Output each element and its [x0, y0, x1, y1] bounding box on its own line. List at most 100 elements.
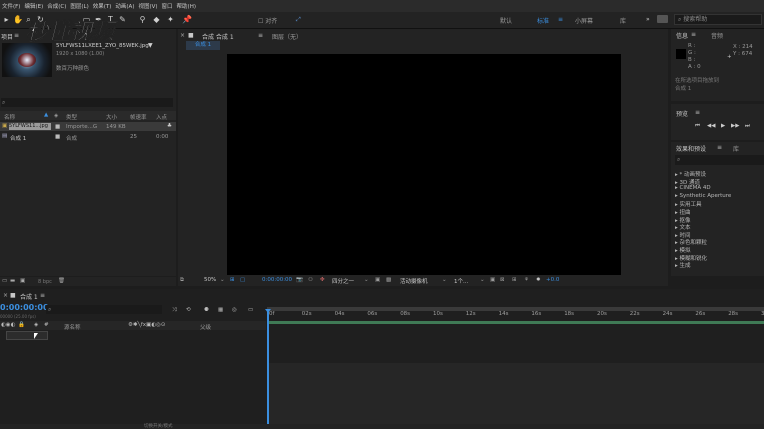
- timeline-menu-icon[interactable]: ≡: [40, 292, 45, 299]
- effects-tab[interactable]: 效果和预设: [676, 144, 706, 153]
- workspace-library[interactable]: 库: [620, 16, 626, 25]
- mask-visibility-icon[interactable]: ▢: [240, 277, 245, 283]
- comp-mini-flowchart-icon[interactable]: ⤨: [172, 307, 176, 314]
- sort-ascending-icon[interactable]: ▲: [44, 112, 48, 118]
- delete-icon[interactable]: 🗑: [58, 278, 65, 284]
- column-type[interactable]: 类型: [66, 113, 77, 121]
- menu-item-1[interactable]: 编辑(E): [24, 2, 43, 10]
- menu-item-4[interactable]: 效果(T): [93, 2, 112, 10]
- previous-frame-icon[interactable]: ◀◀: [707, 123, 715, 129]
- audio-tab[interactable]: 音频: [711, 31, 723, 40]
- menu-item-0[interactable]: 文件(F): [2, 2, 20, 10]
- menu-item-5[interactable]: 动画(A): [115, 2, 134, 10]
- column-fps[interactable]: 帧速率: [130, 113, 147, 121]
- empty-layer-row[interactable]: [6, 331, 48, 340]
- label-column-icon[interactable]: ◈: [34, 322, 38, 328]
- menu-item-8[interactable]: 帮助(H): [177, 2, 196, 10]
- footage-dropdown-icon[interactable]: ▼: [148, 42, 153, 49]
- label-tag-icon[interactable]: ◈: [54, 113, 58, 119]
- magnification-chevron-icon[interactable]: ⌄: [220, 277, 225, 283]
- workspace-standard[interactable]: 标准: [537, 16, 549, 25]
- fast-preview-icon[interactable]: ⊠: [500, 277, 505, 283]
- project-menu-icon[interactable]: ≡: [14, 32, 19, 39]
- effects-menu-icon[interactable]: ≡: [717, 144, 722, 151]
- views-chevron-icon[interactable]: ⌄: [480, 277, 485, 283]
- comp-subtab[interactable]: 合成 1: [186, 41, 220, 50]
- source-name-header[interactable]: 源名称: [64, 323, 81, 331]
- preview-menu-icon[interactable]: ≡: [695, 109, 700, 116]
- current-time-display[interactable]: 0:00:00:00: [262, 277, 292, 283]
- toggle-pixel-icon[interactable]: ▣: [490, 277, 495, 283]
- next-frame-icon[interactable]: ▶▶: [731, 123, 739, 129]
- snapshot-icon[interactable]: 📷: [296, 277, 303, 283]
- last-frame-icon[interactable]: ⏭: [745, 123, 750, 130]
- camera-chevron-icon[interactable]: ⌄: [442, 277, 447, 283]
- toggle-switches-modes[interactable]: 切换开关/模式: [144, 423, 173, 429]
- number-column-icon[interactable]: #: [44, 322, 49, 328]
- selection-tool-icon[interactable]: ▸: [2, 15, 11, 24]
- always-preview-icon[interactable]: ⧉: [180, 277, 184, 284]
- timeline-timecode[interactable]: 0:00:00:00: [0, 303, 49, 312]
- effect-category[interactable]: ▸ Synthetic Aperture: [675, 193, 731, 199]
- resolution-select[interactable]: 四分之一: [332, 277, 354, 285]
- comp-tab[interactable]: 合成 合成 1: [202, 32, 234, 41]
- more-workspaces-icon[interactable]: »: [646, 16, 650, 23]
- project-search-input[interactable]: ⌕: [1, 98, 173, 107]
- timeline-track-area[interactable]: [267, 363, 764, 424]
- lock-column-icon[interactable]: 🔒: [18, 322, 25, 328]
- sync-icon[interactable]: [657, 15, 668, 23]
- menu-item-7[interactable]: 窗口: [162, 2, 173, 10]
- eraser-tool-icon[interactable]: ◆: [152, 15, 161, 24]
- effect-category[interactable]: ▸ CINEMA 4D: [675, 185, 711, 191]
- project-row-footage[interactable]: ▣ 5YLFWS11...jpg ■ Importe...G 149 KB ♣: [0, 122, 176, 131]
- info-menu-icon[interactable]: ≡: [691, 31, 696, 38]
- lock-icon[interactable]: ■: [188, 32, 194, 39]
- close-comp-icon[interactable]: ×: [180, 32, 185, 39]
- graph-editor-icon[interactable]: ▭: [248, 307, 253, 313]
- comp-menu-icon[interactable]: ≡: [258, 32, 263, 39]
- column-name[interactable]: 名称: [4, 113, 15, 121]
- bit-depth-label[interactable]: 8 bpc: [38, 279, 52, 285]
- timeline-search-input[interactable]: ⌕: [46, 305, 162, 314]
- switches-header-icons[interactable]: ⚙✱╲fx▣◐◎⊙: [128, 322, 165, 328]
- work-area-bar[interactable]: [267, 321, 764, 324]
- roi-icon[interactable]: ▣: [375, 277, 380, 283]
- transparency-grid-icon[interactable]: ▩: [386, 277, 391, 283]
- camera-select[interactable]: 活动摄像机: [400, 277, 428, 285]
- snap-checkbox[interactable]: ☐ 对齐: [258, 16, 277, 25]
- project-tab[interactable]: 项目: [1, 32, 13, 41]
- exposure-value[interactable]: +0.0: [546, 277, 559, 283]
- menu-item-2[interactable]: 合成(C): [47, 2, 66, 10]
- close-timeline-icon[interactable]: ×: [3, 292, 8, 299]
- new-folder-icon[interactable]: ▬: [10, 278, 15, 284]
- roto-tool-icon[interactable]: ✦: [166, 15, 175, 24]
- shy-layers-icon[interactable]: ⚈: [204, 307, 209, 313]
- menu-item-3[interactable]: 图层(L): [70, 2, 88, 10]
- frame-blending-icon[interactable]: ▦: [218, 307, 223, 313]
- search-help-input[interactable]: ⌕ 搜索帮助: [674, 14, 762, 25]
- new-comp-icon[interactable]: ▣: [20, 278, 25, 284]
- library-tab[interactable]: 库: [733, 144, 739, 153]
- flowchart-view-icon[interactable]: ⚘: [524, 277, 529, 283]
- puppet-tool-icon[interactable]: 📌: [182, 15, 192, 24]
- effects-search-input[interactable]: ⌕: [675, 155, 764, 165]
- flowchart-icon[interactable]: ♣: [167, 123, 172, 129]
- show-snapshot-icon[interactable]: ⚇: [308, 277, 313, 283]
- play-icon[interactable]: ▶: [721, 123, 725, 129]
- preview-tab[interactable]: 预览: [676, 109, 688, 118]
- hand-tool-icon[interactable]: ✋: [13, 15, 23, 24]
- menu-item-6[interactable]: 视图(V): [138, 2, 157, 10]
- views-select[interactable]: 1个...: [454, 277, 468, 285]
- parent-header[interactable]: 父级: [200, 323, 211, 331]
- interpret-footage-icon[interactable]: ▭: [2, 278, 7, 284]
- grid-guides-icon[interactable]: ⊞: [230, 277, 235, 283]
- motion-blur-icon[interactable]: ◎: [232, 307, 237, 313]
- color-channel-icon[interactable]: ✤: [320, 277, 325, 283]
- timeline-tab[interactable]: 合成 1: [20, 292, 38, 301]
- workspace-menu-icon[interactable]: ≡: [558, 16, 563, 23]
- draft-3d-icon[interactable]: ⟲: [186, 307, 191, 313]
- workspace-small-screen[interactable]: 小屏幕: [575, 16, 593, 25]
- column-size[interactable]: 大小: [106, 113, 117, 121]
- project-row-comp[interactable]: ▤ 合成 1 ■ 合成 25 0:00: [0, 132, 176, 142]
- effect-category[interactable]: ▸ 生成: [675, 261, 691, 269]
